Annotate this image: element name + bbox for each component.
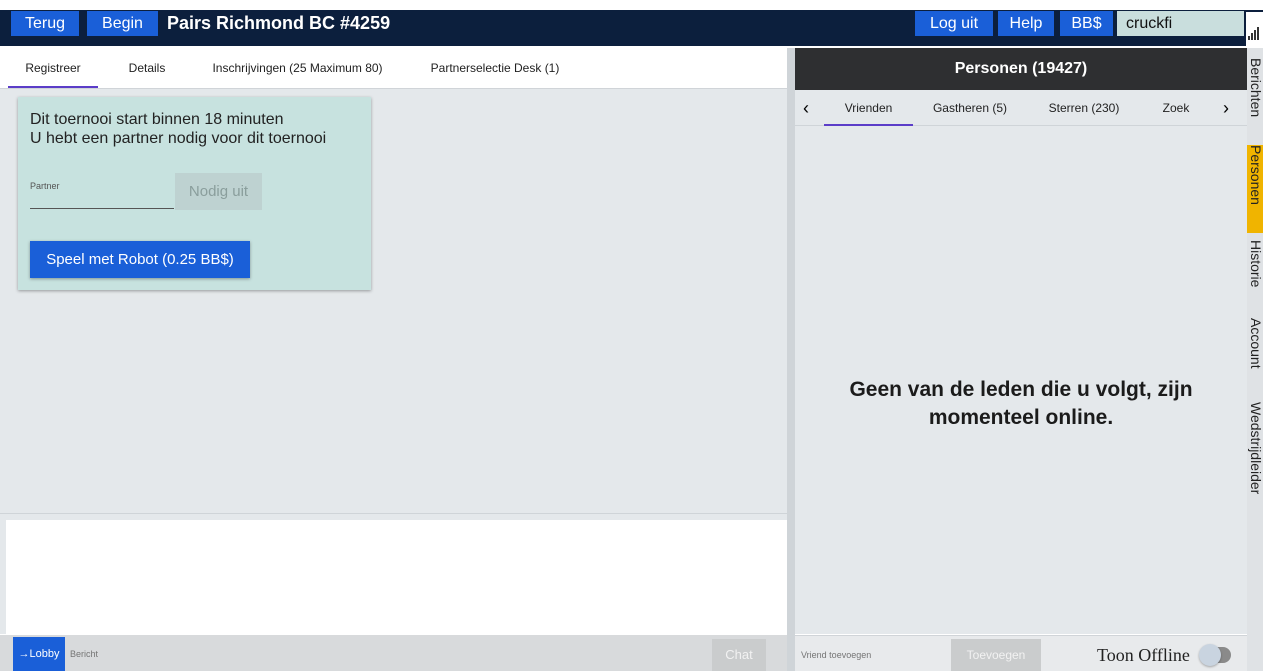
lobby-button[interactable]: →Lobby (13, 637, 65, 671)
show-offline-toggle[interactable] (1199, 644, 1231, 666)
side-tab-account[interactable]: Account (1247, 318, 1263, 396)
invite-button[interactable]: Nodig uit (175, 173, 262, 210)
toggle-knob (1199, 644, 1221, 666)
panel-splitter[interactable] (787, 48, 795, 671)
side-tab-historie[interactable]: Historie (1247, 240, 1263, 312)
chat-divider[interactable] (0, 513, 787, 520)
partner-input[interactable] (30, 192, 174, 209)
empty-friends-message: Geen van de leden die u volgt, zijn mome… (849, 378, 1193, 429)
page-title: Pairs Richmond BC #4259 (167, 13, 391, 33)
tab-zoek[interactable]: Zoek (1151, 90, 1201, 126)
side-tab-wedstrijdleider[interactable]: Wedstrijdleider (1247, 402, 1263, 522)
tab-sterren[interactable]: Sterren (230) (1039, 90, 1129, 126)
side-tab-label: Account (1248, 318, 1263, 369)
chat-send-button[interactable]: Chat (712, 639, 766, 671)
tab-gastheren[interactable]: Gastheren (5) (925, 90, 1015, 126)
tournament-tabs: Registreer Details Inschrijvingen (25 Ma… (0, 48, 787, 88)
side-tab-personen[interactable]: Personen (1247, 145, 1263, 233)
side-tab-label: Berichten (1248, 58, 1263, 118)
add-friend-button[interactable]: Toevoegen (951, 639, 1041, 671)
bb-button[interactable]: BB$ (1060, 11, 1113, 36)
chevron-left-icon[interactable]: ‹ (795, 90, 817, 126)
chevron-right-icon[interactable]: › (1215, 90, 1237, 126)
divider (0, 88, 787, 89)
people-tabs: ‹ Vrienden Gastheren (5) Sterren (230) Z… (795, 90, 1247, 126)
show-offline-label: Toon Offline (1097, 645, 1190, 665)
registration-card: Dit toernooi start binnen 18 minuten U h… (18, 97, 371, 290)
partner-label: Partner (30, 181, 60, 191)
add-friend-input[interactable] (801, 640, 949, 670)
partner-notice: U hebt een partner nodig voor dit toerno… (30, 130, 327, 147)
help-button[interactable]: Help (998, 11, 1054, 36)
people-header: Personen (19427) (795, 48, 1247, 90)
username-field[interactable]: cruckfi (1117, 11, 1244, 36)
play-with-robot-button[interactable]: Speel met Robot (0.25 BB$) (30, 241, 250, 278)
side-tab-label: Historie (1248, 240, 1263, 288)
message-input[interactable] (70, 637, 670, 671)
side-tab-label: Personen (1248, 145, 1263, 205)
side-tab-berichten[interactable]: Berichten (1247, 58, 1263, 138)
start-notice: Dit toernooi start binnen 18 minuten (30, 111, 284, 128)
signal-strength-icon (1246, 12, 1263, 46)
logout-button[interactable]: Log uit (915, 11, 993, 36)
start-button[interactable]: Begin (87, 11, 158, 36)
tab-details[interactable]: Details (116, 48, 178, 88)
side-tab-label: Wedstrijdleider (1248, 402, 1263, 495)
tab-vrienden[interactable]: Vrienden (824, 90, 913, 126)
tab-registreer[interactable]: Registreer (8, 48, 98, 88)
tab-inschrijvingen[interactable]: Inschrijvingen (25 Maximum 80) (195, 48, 400, 88)
back-button[interactable]: Terug (11, 11, 79, 36)
chat-log (6, 520, 786, 634)
app-root: Terug Begin Pairs Richmond BC #4259 Log … (0, 0, 1263, 671)
tab-partnerselectie[interactable]: Partnerselectie Desk (1) (418, 48, 572, 88)
